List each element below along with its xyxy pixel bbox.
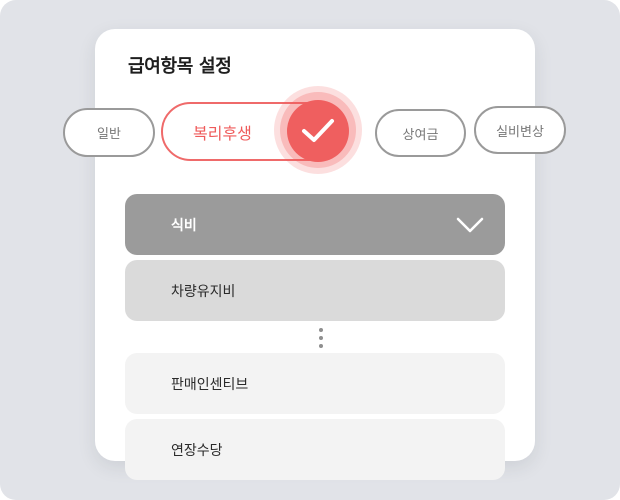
list-item-label: 식비 [171, 217, 197, 234]
category-pill-bonus[interactable]: 상여금 [375, 109, 466, 157]
list-item-label: 연장수당 [171, 442, 223, 459]
list-item-label: 판매인센티브 [171, 376, 249, 393]
panel-title: 급여항목 설정 [128, 56, 232, 77]
chevron-down-icon[interactable] [455, 216, 485, 234]
list-item-sales-incentive[interactable]: 판매인센티브 [125, 353, 505, 414]
selected-check-button[interactable] [287, 100, 349, 162]
category-pill-expense-reimbursement[interactable]: 실비변상 [474, 106, 566, 154]
category-pill-general[interactable]: 일반 [63, 108, 155, 157]
list-item-meal[interactable]: 식비 [125, 194, 505, 255]
background: 급여항목 설정 일반 복리후생 상여금 실비변상 식비 차량유지비 판매인센티브… [0, 0, 620, 500]
vertical-ellipsis-icon [318, 327, 324, 349]
list-item-vehicle-maintenance[interactable]: 차량유지비 [125, 260, 505, 321]
list-item-overtime-allowance[interactable]: 연장수당 [125, 419, 505, 480]
check-icon [302, 119, 334, 142]
ellipsis-dot [319, 328, 323, 332]
ellipsis-dot [319, 336, 323, 340]
list-item-label: 차량유지비 [171, 283, 236, 300]
ellipsis-dot [319, 344, 323, 348]
